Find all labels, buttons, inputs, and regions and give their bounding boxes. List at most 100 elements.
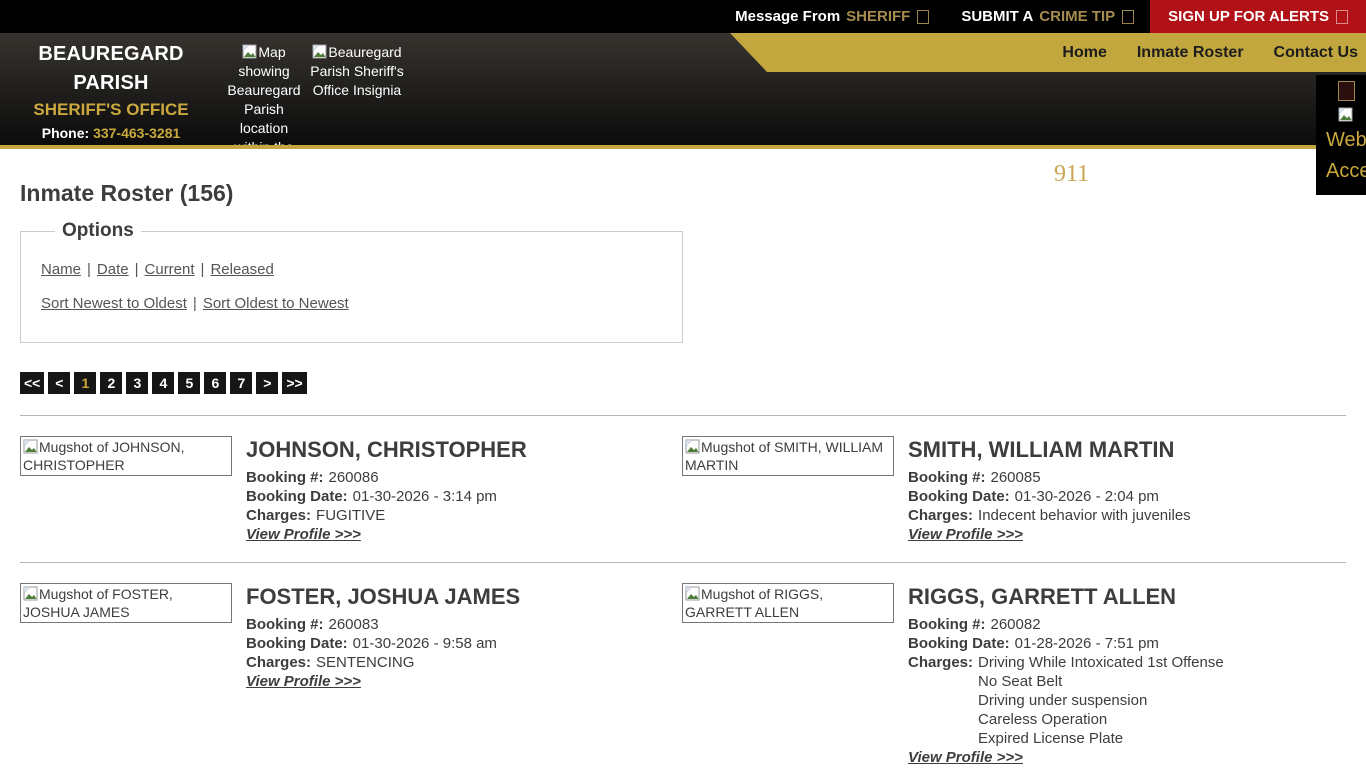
roster-row: Mugshot of FOSTER, JOSHUA JAMES FOSTER, … <box>20 562 1346 768</box>
mugshot-alt-text: Mugshot of JOHNSON, CHRISTOPHER <box>23 439 185 473</box>
missing-glyph-box-icon <box>917 10 929 24</box>
web-accessibility-label: Web Accessibility <box>1326 125 1366 187</box>
nav-contact-us[interactable]: Contact Us <box>1274 44 1358 62</box>
web-accessibility-widget[interactable]: Web Accessibility <box>1316 75 1366 195</box>
page-first-button[interactable]: << <box>20 372 44 394</box>
phone-number-link[interactable]: 337-463-3281 <box>93 125 180 141</box>
filter-current-link[interactable]: Current <box>145 261 195 278</box>
charge-line: Expired License Plate <box>978 729 1224 748</box>
inmate-name: RIGGS, GARRETT ALLEN <box>908 584 1224 610</box>
filter-name-link[interactable]: Name <box>41 261 81 278</box>
mugshot-alt-text: Mugshot of FOSTER, JOSHUA JAMES <box>23 586 173 620</box>
page-3-button[interactable]: 3 <box>126 372 148 394</box>
broken-image-icon <box>23 439 38 454</box>
booking-date-label: Booking Date: <box>908 634 1010 653</box>
booking-date-value: 01-30-2026 - 9:58 am <box>353 634 497 653</box>
insignia-broken-image: Beauregard Parish Sheriff's Office Insig… <box>308 43 406 100</box>
charges-list: FUGITIVE <box>316 506 385 525</box>
sort-links-row: Sort Newest to Oldest|Sort Oldest to New… <box>41 295 662 312</box>
filter-date-link[interactable]: Date <box>97 261 129 278</box>
sort-newest-to-oldest-link[interactable]: Sort Newest to Oldest <box>41 295 187 312</box>
crime-tip-highlight: CRIME TIP <box>1039 8 1115 25</box>
phone-label: Phone: <box>42 125 89 141</box>
charges-list: SENTENCING <box>316 653 414 672</box>
alerts-label: SIGN UP FOR ALERTS <box>1168 8 1329 25</box>
page-6-button[interactable]: 6 <box>204 372 226 394</box>
broken-image-icon <box>312 44 327 59</box>
page-4-button[interactable]: 4 <box>152 372 174 394</box>
charge-line: Driving While Intoxicated 1st Offense <box>978 653 1224 672</box>
message-from-sheriff-link[interactable]: Message From SHERIFF <box>719 0 945 33</box>
filter-released-link[interactable]: Released <box>210 261 273 278</box>
booking-date-value: 01-28-2026 - 7:51 pm <box>1015 634 1159 653</box>
roster-row: Mugshot of JOHNSON, CHRISTOPHER JOHNSON,… <box>20 415 1346 562</box>
charges-label: Charges: <box>246 506 311 525</box>
nav-inmate-roster[interactable]: Inmate Roster <box>1137 44 1244 62</box>
booking-date-label: Booking Date: <box>246 634 348 653</box>
charges-list: Indecent behavior with juveniles <box>978 506 1191 525</box>
view-profile-link[interactable]: View Profile >>> <box>246 526 361 543</box>
inmate-card: Mugshot of JOHNSON, CHRISTOPHER JOHNSON,… <box>20 436 682 544</box>
broken-image-icon <box>23 586 38 601</box>
mugshot-broken-image: Mugshot of JOHNSON, CHRISTOPHER <box>20 436 232 476</box>
booking-date-value: 01-30-2026 - 2:04 pm <box>1015 487 1159 506</box>
inmate-card: Mugshot of RIGGS, GARRETT ALLEN RIGGS, G… <box>682 583 1344 767</box>
org-name-line2: SHERIFF'S OFFICE <box>0 98 222 123</box>
mugshot-broken-image: Mugshot of SMITH, WILLIAM MARTIN <box>682 436 894 476</box>
charge-line: Careless Operation <box>978 710 1224 729</box>
mugshot-broken-image: Mugshot of FOSTER, JOSHUA JAMES <box>20 583 232 623</box>
page-next-button[interactable]: > <box>256 372 278 394</box>
view-profile-link[interactable]: View Profile >>> <box>908 526 1023 543</box>
nav-home[interactable]: Home <box>1062 44 1106 62</box>
booking-no-label: Booking #: <box>908 615 986 634</box>
booking-no-value: 260082 <box>991 615 1041 634</box>
sign-up-for-alerts-button[interactable]: SIGN UP FOR ALERTS <box>1150 0 1366 33</box>
booking-no-label: Booking #: <box>246 468 324 487</box>
missing-glyph-box-icon <box>1122 10 1134 24</box>
booking-no-label: Booking #: <box>246 615 324 634</box>
pagination: << < 1 2 3 4 5 6 7 > >> <box>20 372 1346 394</box>
inmate-name: JOHNSON, CHRISTOPHER <box>246 437 527 463</box>
inmate-roster-list: Mugshot of JOHNSON, CHRISTOPHER JOHNSON,… <box>20 415 1346 768</box>
page-prev-button[interactable]: < <box>48 372 70 394</box>
charge-line: FUGITIVE <box>316 506 385 525</box>
parish-map-broken-image: Map showing Beauregard Parish location w… <box>226 43 302 149</box>
utility-bar: Message From SHERIFF SUBMIT A CRIME TIP … <box>0 0 1366 33</box>
mugshot-alt-text: Mugshot of SMITH, WILLIAM MARTIN <box>685 439 883 473</box>
page-1-button[interactable]: 1 <box>74 372 96 394</box>
page-5-button[interactable]: 5 <box>178 372 200 394</box>
booking-no-label: Booking #: <box>908 468 986 487</box>
view-profile-link[interactable]: View Profile >>> <box>246 673 361 690</box>
message-from-label: Message From <box>735 8 840 25</box>
broken-image-icon <box>1338 107 1353 122</box>
filter-links-row: Name | Date | Current | Released <box>41 261 662 278</box>
inmate-card: Mugshot of SMITH, WILLIAM MARTIN SMITH, … <box>682 436 1344 544</box>
broken-image-icon <box>242 44 257 59</box>
booking-no-value: 260083 <box>329 615 379 634</box>
booking-date-value: 01-30-2026 - 3:14 pm <box>353 487 497 506</box>
charges-label: Charges: <box>246 653 311 672</box>
page-7-button[interactable]: 7 <box>230 372 252 394</box>
sort-oldest-to-newest-link[interactable]: Sort Oldest to Newest <box>203 295 349 312</box>
submit-a-label: SUBMIT A <box>961 8 1033 25</box>
charges-list: Driving While Intoxicated 1st OffenseNo … <box>978 653 1224 748</box>
inmate-card: Mugshot of FOSTER, JOSHUA JAMES FOSTER, … <box>20 583 682 767</box>
separator: | <box>87 261 91 278</box>
view-profile-link[interactable]: View Profile >>> <box>908 749 1023 766</box>
page-last-button[interactable]: >> <box>282 372 306 394</box>
booking-no-value: 260086 <box>329 468 379 487</box>
main-nav: Home Inmate Roster Contact Us <box>1062 33 1358 72</box>
parish-map-alt-text: Map showing Beauregard Parish location w… <box>227 44 300 149</box>
inmate-name: FOSTER, JOSHUA JAMES <box>246 584 520 610</box>
phone-hours: (24 Hours) <box>0 143 222 149</box>
org-identity: BEAUREGARD PARISH SHERIFF'S OFFICE Phone… <box>0 40 222 149</box>
separator: | <box>135 261 139 278</box>
main-content: Inmate Roster (156) Options Name | Date | Cu… <box>0 180 1366 768</box>
charges-label: Charges: <box>908 653 973 748</box>
page-title: Inmate Roster (156) <box>20 180 1346 207</box>
submit-crime-tip-link[interactable]: SUBMIT A CRIME TIP <box>945 0 1150 33</box>
page-2-button[interactable]: 2 <box>100 372 122 394</box>
options-legend: Options <box>55 220 141 242</box>
separator: | <box>201 261 205 278</box>
booking-date-label: Booking Date: <box>908 487 1010 506</box>
